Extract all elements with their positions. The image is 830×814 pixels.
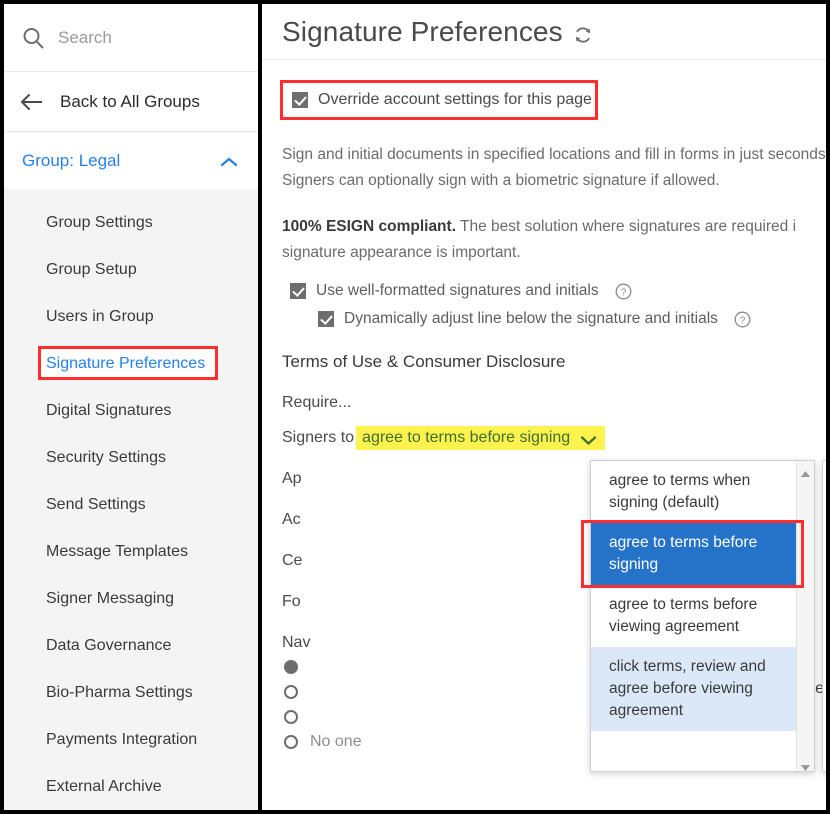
override-setting-group: Override account settings for this page: [280, 80, 598, 120]
sidebar-item-label: Users in Group: [46, 307, 154, 325]
sidebar-item-payments-integration[interactable]: Payments Integration: [4, 716, 258, 763]
sidebar-item-external-archive[interactable]: External Archive: [4, 763, 258, 810]
dropdown-option-agree-before-signing[interactable]: agree to terms before signing: [591, 523, 796, 585]
search-icon: [22, 27, 44, 49]
sidebar-item-label: Send Settings: [46, 495, 146, 513]
sidebar: Search Back to All Groups Group: Legal G…: [4, 4, 258, 810]
radio-option-no-one[interactable]: No one: [284, 729, 362, 754]
sidebar-item-group-setup[interactable]: Group Setup: [4, 246, 258, 293]
page-title: Signature Preferences: [282, 15, 563, 47]
sidebar-item-label: Payments Integration: [46, 730, 198, 748]
sidebar-item-message-templates[interactable]: Message Templates: [4, 528, 258, 575]
well-formatted-signatures-label: Use well-formatted signatures and initia…: [316, 282, 599, 299]
esign-bold-text: 100% ESIGN compliant.: [282, 218, 456, 235]
signers-selected-value: agree to terms before signing: [362, 429, 571, 446]
radio-option-1[interactable]: [284, 654, 362, 679]
dropdown-option-agree-when-signing[interactable]: agree to terms when signing (default): [591, 461, 796, 523]
sidebar-item-signature-preferences[interactable]: Signature Preferences: [4, 340, 258, 387]
sidebar-item-digital-signatures[interactable]: Digital Signatures: [4, 387, 258, 434]
radio-button[interactable]: [284, 709, 298, 724]
signers-dropdown-trigger[interactable]: agree to terms before signing: [356, 426, 606, 450]
back-to-all-groups-label: Back to All Groups: [60, 91, 200, 111]
dynamic-line-adjust-label: Dynamically adjust line below the signat…: [344, 310, 718, 327]
sidebar-item-label: Group Setup: [46, 260, 137, 278]
sidebar-item-label: Bio-Pharma Settings: [46, 683, 193, 701]
svg-text:?: ?: [620, 287, 626, 298]
navigation-radio-group: No one: [284, 654, 362, 754]
dropdown-options: agree to terms when signing (default) ag…: [591, 461, 796, 771]
sidebar-item-label: Message Templates: [46, 542, 188, 560]
sidebar-item-users-in-group[interactable]: Users in Group: [4, 293, 258, 340]
sidebar-item-send-settings[interactable]: Send Settings: [4, 481, 258, 528]
search-placeholder: Search: [58, 27, 112, 47]
radio-option-3[interactable]: [284, 704, 362, 729]
group-header-label: Group: Legal: [22, 150, 121, 170]
esign-rest-text: The best solution where signatures are r…: [456, 218, 797, 235]
lower-settings-area: Ap Ac Ce Fo Nav No one agree to terms wh…: [262, 458, 826, 788]
radio-label: No one: [310, 732, 362, 750]
radio-button[interactable]: [284, 684, 298, 699]
radio-button[interactable]: [284, 734, 298, 749]
refresh-icon[interactable]: [573, 25, 593, 45]
dynamic-line-adjust-checkbox[interactable]: [318, 311, 334, 327]
obscured-label-ac: Ac: [282, 510, 301, 528]
dropdown-option-agree-before-viewing[interactable]: agree to terms before viewing agreement: [591, 585, 796, 647]
obscured-settings-labels: Ap Ac Ce Fo Nav: [282, 458, 310, 663]
svg-text:?: ?: [740, 315, 746, 326]
signers-dropdown-list[interactable]: agree to terms when signing (default) ag…: [581, 460, 815, 772]
radio-option-2[interactable]: [284, 679, 362, 704]
scroll-down-arrow-icon[interactable]: [800, 759, 811, 771]
obscured-label-ce: Ce: [282, 551, 303, 569]
sidebar-item-label: Digital Signatures: [46, 401, 172, 419]
dropdown-scrollbar[interactable]: [796, 461, 814, 771]
require-label: Require...: [282, 394, 352, 411]
intro-paragraph: Sign and initial documents in specified …: [282, 146, 826, 189]
dropdown-option-click-terms-review[interactable]: click terms, review and agree before vie…: [591, 647, 796, 731]
radio-button[interactable]: [284, 659, 298, 674]
sidebar-item-label: External Archive: [46, 777, 162, 795]
signers-dropdown-row: Signers to agree to terms before signing: [282, 426, 622, 450]
esign-line2-text: signature appearance is important.: [282, 244, 521, 261]
obscured-label-fo: Fo: [282, 592, 301, 610]
sidebar-item-bio-pharma-settings[interactable]: Bio-Pharma Settings: [4, 669, 258, 716]
esign-paragraph: 100% ESIGN compliant. The best solution …: [282, 214, 826, 266]
main-content: Signature Preferences Override account s…: [262, 4, 826, 810]
dynamic-line-adjust-row[interactable]: Dynamically adjust line below the signat…: [318, 310, 826, 328]
terms-section-heading: Terms of Use & Consumer Disclosure: [282, 352, 566, 371]
signers-prefix-label: Signers to: [282, 429, 355, 446]
obscured-label-ap: Ap: [282, 469, 302, 487]
sidebar-item-signer-messaging[interactable]: Signer Messaging: [4, 575, 258, 622]
sidebar-item-label: Security Settings: [46, 448, 167, 466]
group-header-toggle[interactable]: Group: Legal: [4, 132, 258, 197]
sidebar-item-group-settings[interactable]: Group Settings: [4, 199, 258, 246]
chevron-up-icon: [220, 155, 238, 167]
dropdown-description-tooltip: Signers must explicitly agree to Terms o…: [822, 460, 826, 772]
help-icon[interactable]: ?: [615, 283, 632, 300]
sidebar-item-label: Signature Preferences: [46, 354, 206, 372]
override-checkbox[interactable]: [292, 92, 308, 108]
well-formatted-signatures-row[interactable]: Use well-formatted signatures and initia…: [290, 282, 826, 300]
well-formatted-signatures-checkbox[interactable]: [290, 283, 306, 299]
sidebar-item-label: Data Governance: [46, 636, 172, 654]
sidebar-item-label: Group Settings: [46, 213, 153, 231]
page-header: Signature Preferences: [262, 4, 826, 60]
help-icon[interactable]: ?: [734, 311, 751, 328]
override-label: Override account settings for this page: [318, 91, 592, 108]
sidebar-nav-list: Group Settings Group Setup Users in Grou…: [4, 189, 258, 810]
search-input[interactable]: Search: [4, 4, 258, 72]
back-to-all-groups-button[interactable]: Back to All Groups: [4, 72, 258, 132]
sidebar-item-data-governance[interactable]: Data Governance: [4, 622, 258, 669]
scroll-up-arrow-icon[interactable]: [800, 465, 811, 477]
arrow-left-icon: [20, 92, 44, 112]
chevron-down-icon[interactable]: [580, 433, 597, 445]
sidebar-item-security-settings[interactable]: Security Settings: [4, 434, 258, 481]
app-window: Search Back to All Groups Group: Legal G…: [0, 0, 830, 814]
sidebar-item-label: Signer Messaging: [46, 589, 175, 607]
